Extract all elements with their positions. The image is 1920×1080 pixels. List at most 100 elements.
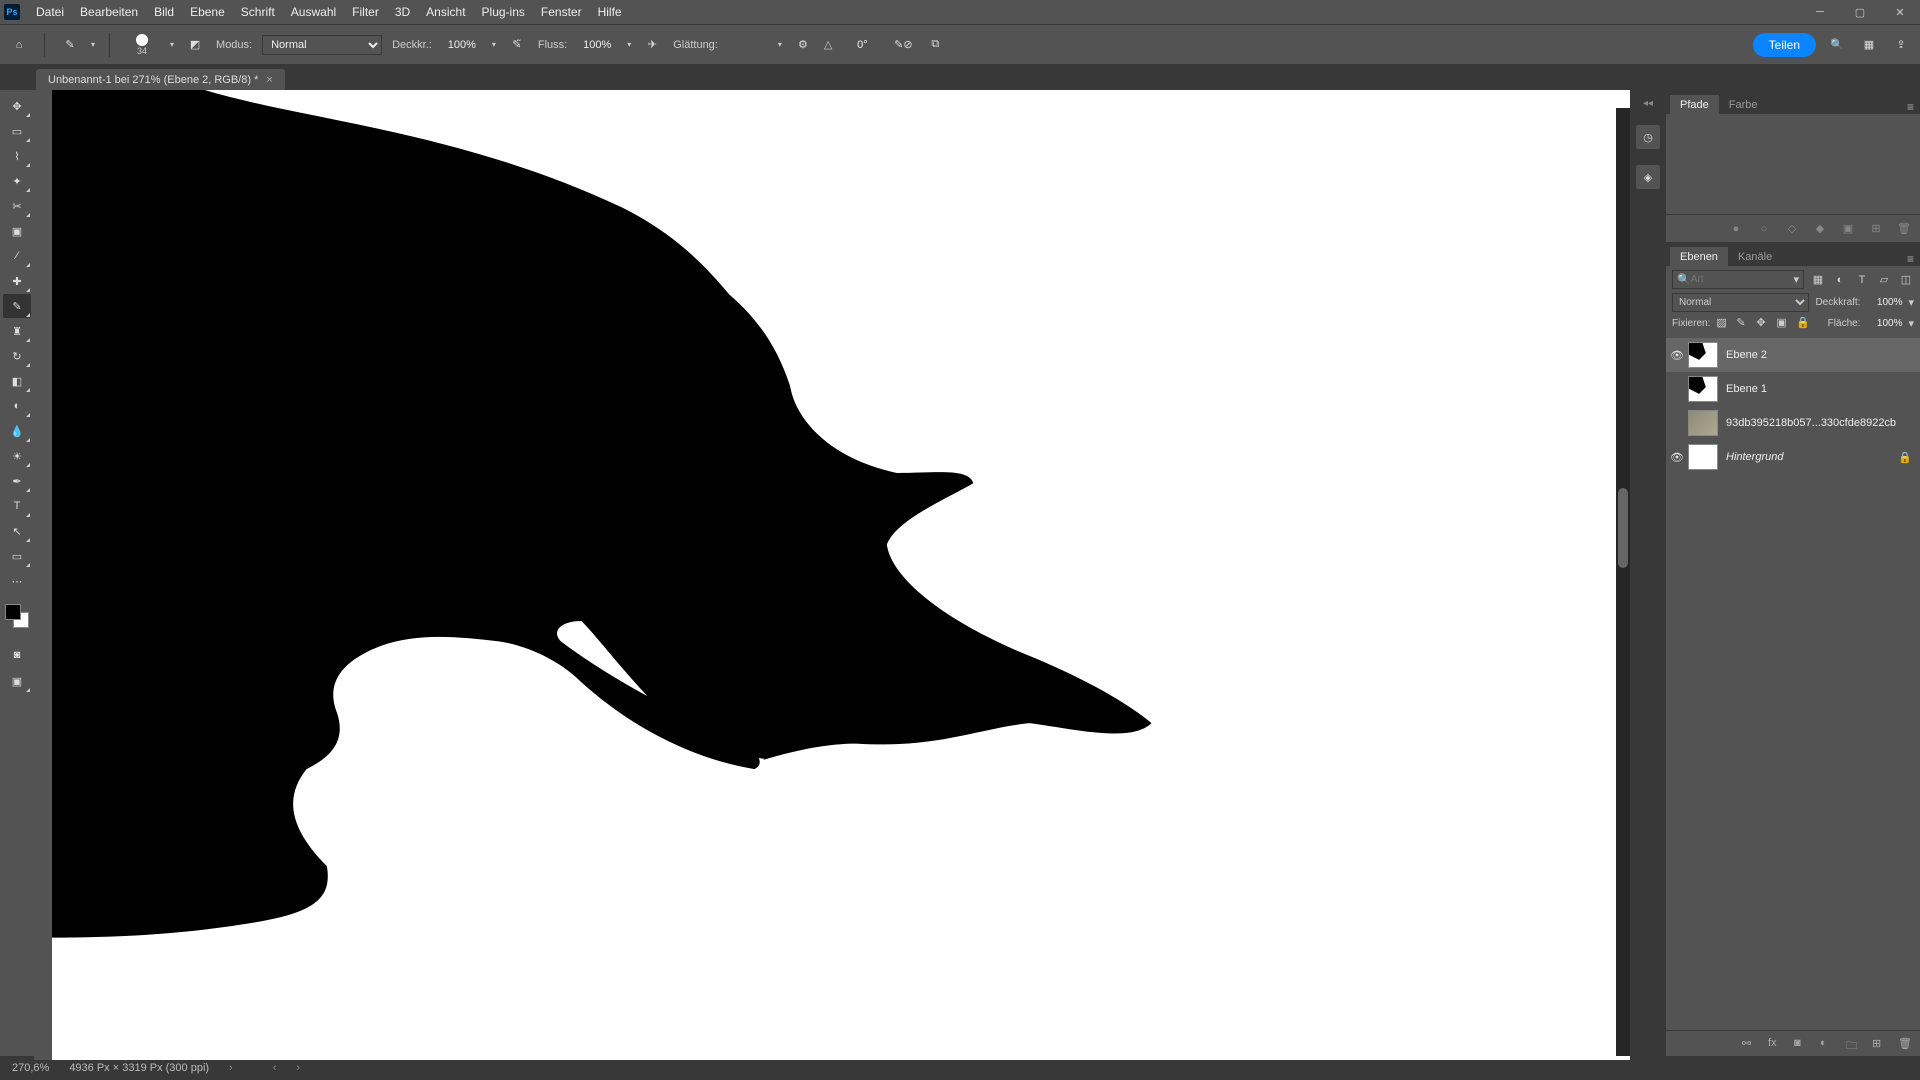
shape-tool[interactable]: ▭ [3,544,31,568]
expand-dock-icon[interactable]: ◂◂ [1643,98,1653,109]
lock-transparency-icon[interactable]: ▨ [1716,316,1730,330]
menu-hilfe[interactable]: Hilfe [590,0,630,24]
pfade-panel-body[interactable] [1666,114,1920,214]
filter-adjust-icon[interactable]: ◐ [1832,272,1848,288]
brush-panel-icon[interactable]: ◩ [184,34,206,56]
lock-all-icon[interactable]: 🔒 [1796,316,1810,330]
filter-pixel-icon[interactable]: ▦ [1810,272,1826,288]
blur-tool[interactable]: 💧 [3,419,31,443]
quickmask-tool[interactable]: ◙ [3,643,31,667]
brush-tool[interactable]: ✎ [3,294,31,318]
pfade-tab[interactable]: Pfade [1670,95,1719,114]
layer-opacity-value[interactable]: 100% [1866,297,1902,308]
angle-input[interactable] [842,39,882,51]
layer-visibility-toggle[interactable]: 👁 [1666,440,1688,474]
lock-position-icon[interactable]: ✥ [1756,316,1770,330]
layer-thumbnail[interactable] [1688,376,1718,402]
symmetry-icon[interactable]: ⧉ [924,34,946,56]
opacity-input[interactable] [442,39,482,51]
ebenen-panel-menu-icon[interactable]: ≡ [1901,252,1920,266]
search-icon[interactable]: 🔍 [1826,34,1848,56]
new-path-icon[interactable]: ⊞ [1868,221,1884,237]
wand-tool[interactable]: ✦ [3,169,31,193]
pressure-opacity-icon[interactable]: ✎̃ [506,34,528,56]
crop-tool[interactable]: ✂ [3,194,31,218]
gradient-tool[interactable]: ◐ [3,394,31,418]
pressure-size-icon[interactable]: ✎⊘ [892,34,914,56]
status-next-icon[interactable]: › [296,1062,300,1074]
smoothing-input[interactable] [728,39,768,51]
pfade-panel-menu-icon[interactable]: ≡ [1901,100,1920,114]
eraser-tool[interactable]: ◧ [3,369,31,393]
minimize-button[interactable]: ─ [1800,0,1840,24]
blend-mode-select[interactable]: Normal [262,35,382,55]
type-tool[interactable]: T [3,494,31,518]
layer-group-icon[interactable]: 🗀 [1846,1037,1860,1051]
adjustment-layer-icon[interactable]: ◐ [1820,1037,1834,1051]
layer-style-icon[interactable]: fx [1768,1037,1782,1051]
path-to-selection-icon[interactable]: ◇ [1784,221,1800,237]
delete-path-icon[interactable]: 🗑 [1896,221,1912,237]
layer-filter-search[interactable]: 🔍 ▾ [1672,270,1804,289]
marquee-tool[interactable]: ▭ [3,119,31,143]
color-swatches[interactable] [3,602,31,630]
delete-layer-icon[interactable]: 🗑 [1898,1037,1912,1051]
properties-panel-icon[interactable]: ◈ [1636,165,1660,189]
new-layer-icon[interactable]: ⊞ [1872,1037,1886,1051]
home-icon[interactable]: ⌂ [8,34,30,56]
ebenen-tab[interactable]: Ebenen [1670,247,1728,266]
menu-3d[interactable]: 3D [387,0,418,24]
tab-close-icon[interactable]: × [266,74,272,86]
selection-to-path-icon[interactable]: ◆ [1812,221,1828,237]
menu-ansicht[interactable]: Ansicht [418,0,473,24]
menu-bearbeiten[interactable]: Bearbeiten [72,0,146,24]
layer-list[interactable]: 👁 Ebene 2 Ebene 1 93db395218b057...330cfde8… [1666,338,1920,1030]
layer-name[interactable]: Ebene 2 [1726,349,1912,361]
layer-name[interactable]: Hintergrund [1726,451,1898,463]
layer-thumbnail[interactable] [1688,444,1718,470]
export-icon[interactable]: ⇪ [1890,34,1912,56]
menu-datei[interactable]: Datei [28,0,72,24]
vertical-ruler[interactable] [34,90,52,1060]
path-select-tool[interactable]: ↖ [3,519,31,543]
dodge-tool[interactable]: ☀ [3,444,31,468]
layer-name[interactable]: Ebene 1 [1726,383,1912,395]
layer-thumbnail[interactable] [1688,342,1718,368]
add-mask-icon[interactable]: ▣ [1840,221,1856,237]
lasso-tool[interactable]: ⌇ [3,144,31,168]
fill-value[interactable]: 100% [1866,318,1902,329]
lock-pixels-icon[interactable]: ✎ [1736,316,1750,330]
menu-schrift[interactable]: Schrift [233,0,283,24]
layer-mask-icon[interactable]: ◙ [1794,1037,1808,1051]
share-button[interactable]: Teilen [1753,33,1816,57]
eyedropper-tool[interactable]: ⁄ [3,244,31,268]
layer-visibility-toggle[interactable]: 👁 [1666,338,1688,372]
canvas[interactable] [52,90,1630,1060]
menu-auswahl[interactable]: Auswahl [283,0,344,24]
menu-filter[interactable]: Filter [344,0,387,24]
zoom-readout[interactable]: 270,6% [12,1062,49,1074]
layer-visibility-toggle[interactable] [1666,372,1688,406]
vertical-scrollbar[interactable] [1616,108,1630,1056]
history-brush-tool[interactable]: ↻ [3,344,31,368]
history-panel-icon[interactable]: ◷ [1636,125,1660,149]
layer-row[interactable]: 93db395218b057...330cfde8922cb [1666,406,1920,440]
lock-artboard-icon[interactable]: ▣ [1776,316,1790,330]
menu-bild[interactable]: Bild [146,0,182,24]
layer-filter-input[interactable] [1691,274,1721,285]
kanaele-tab[interactable]: Kanäle [1728,247,1782,266]
close-button[interactable]: ✕ [1880,0,1920,24]
stamp-tool[interactable]: ♜ [3,319,31,343]
link-layers-icon[interactable]: ⚯ [1742,1037,1756,1051]
maximize-button[interactable]: ▢ [1840,0,1880,24]
workspace-icon[interactable]: ▦ [1858,34,1880,56]
menu-ebene[interactable]: Ebene [182,0,233,24]
fill-path-icon[interactable]: ● [1728,221,1744,237]
stroke-path-icon[interactable]: ○ [1756,221,1772,237]
filter-shape-icon[interactable]: ▱ [1876,272,1892,288]
flow-input[interactable] [577,39,617,51]
smoothing-options-icon[interactable]: ⚙ [792,34,814,56]
status-prev-icon[interactable]: ‹ [273,1062,277,1074]
doc-info-readout[interactable]: 4936 Px × 3319 Px (300 ppi) [69,1062,209,1074]
layer-thumbnail[interactable] [1688,410,1718,436]
